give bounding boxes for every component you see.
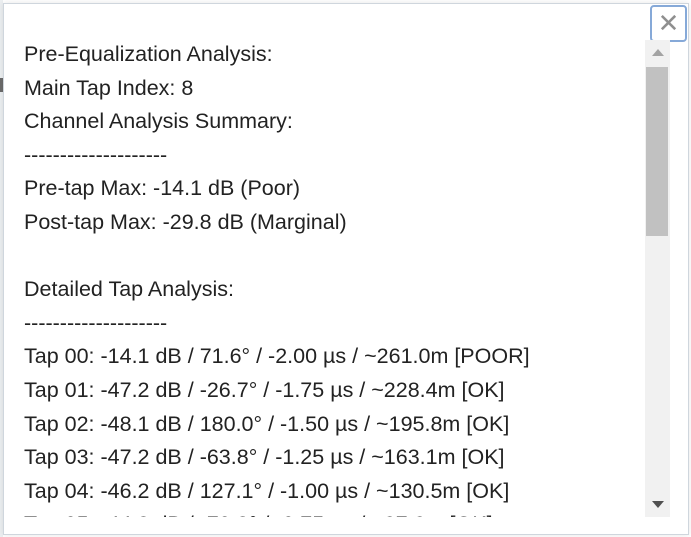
scroll-down-button[interactable] — [645, 492, 670, 517]
analysis-report-text: Pre-Equalization Analysis: Main Tap Index… — [24, 40, 530, 517]
report-line: Tap 03: -47.2 dB / -63.8° / -1.25 µs / ~… — [24, 445, 505, 470]
report-line: Channel Analysis Summary: — [24, 109, 293, 134]
report-line: Tap 00: -14.1 dB / 71.6° / -2.00 µs / ~2… — [24, 344, 530, 369]
report-line: Main Tap Index: 8 — [24, 75, 194, 100]
scrollbar-thumb[interactable] — [646, 67, 668, 236]
scroll-up-arrow-icon — [651, 49, 664, 56]
report-line: Tap 04: -46.2 dB / 127.1° / -1.00 µs / ~… — [24, 478, 510, 503]
close-icon: ✕ — [657, 8, 680, 39]
report-line: Post-tap Max: -29.8 dB (Marginal) — [24, 209, 347, 234]
report-line: -------------------- — [24, 310, 168, 335]
close-button[interactable]: ✕ — [650, 5, 687, 42]
report-line: Pre-tap Max: -14.1 dB (Poor) — [24, 176, 301, 201]
scroll-down-arrow-icon — [651, 501, 664, 508]
report-line: -------------------- — [24, 142, 168, 167]
report-line: Tap 01: -47.2 dB / -26.7° / -1.75 µs / ~… — [24, 377, 505, 402]
report-line: Tap 02: -48.1 dB / 180.0° / -1.50 µs / ~… — [24, 411, 510, 436]
report-line: Detailed Tap Analysis: — [24, 277, 234, 302]
report-line: Pre-Equalization Analysis: — [24, 42, 273, 66]
page-background: ✕ Pre-Equalization Analysis: Main Tap Ind… — [0, 0, 691, 537]
report-blank-line — [24, 240, 530, 274]
report-scroll-area[interactable]: Pre-Equalization Analysis: Main Tap Index… — [4, 40, 644, 517]
scroll-up-button[interactable] — [645, 40, 670, 65]
vertical-scrollbar[interactable] — [645, 40, 670, 517]
report-line: Tap 05: -44.3 dB / -70.3° / -0.75 µs / ~… — [24, 508, 530, 517]
